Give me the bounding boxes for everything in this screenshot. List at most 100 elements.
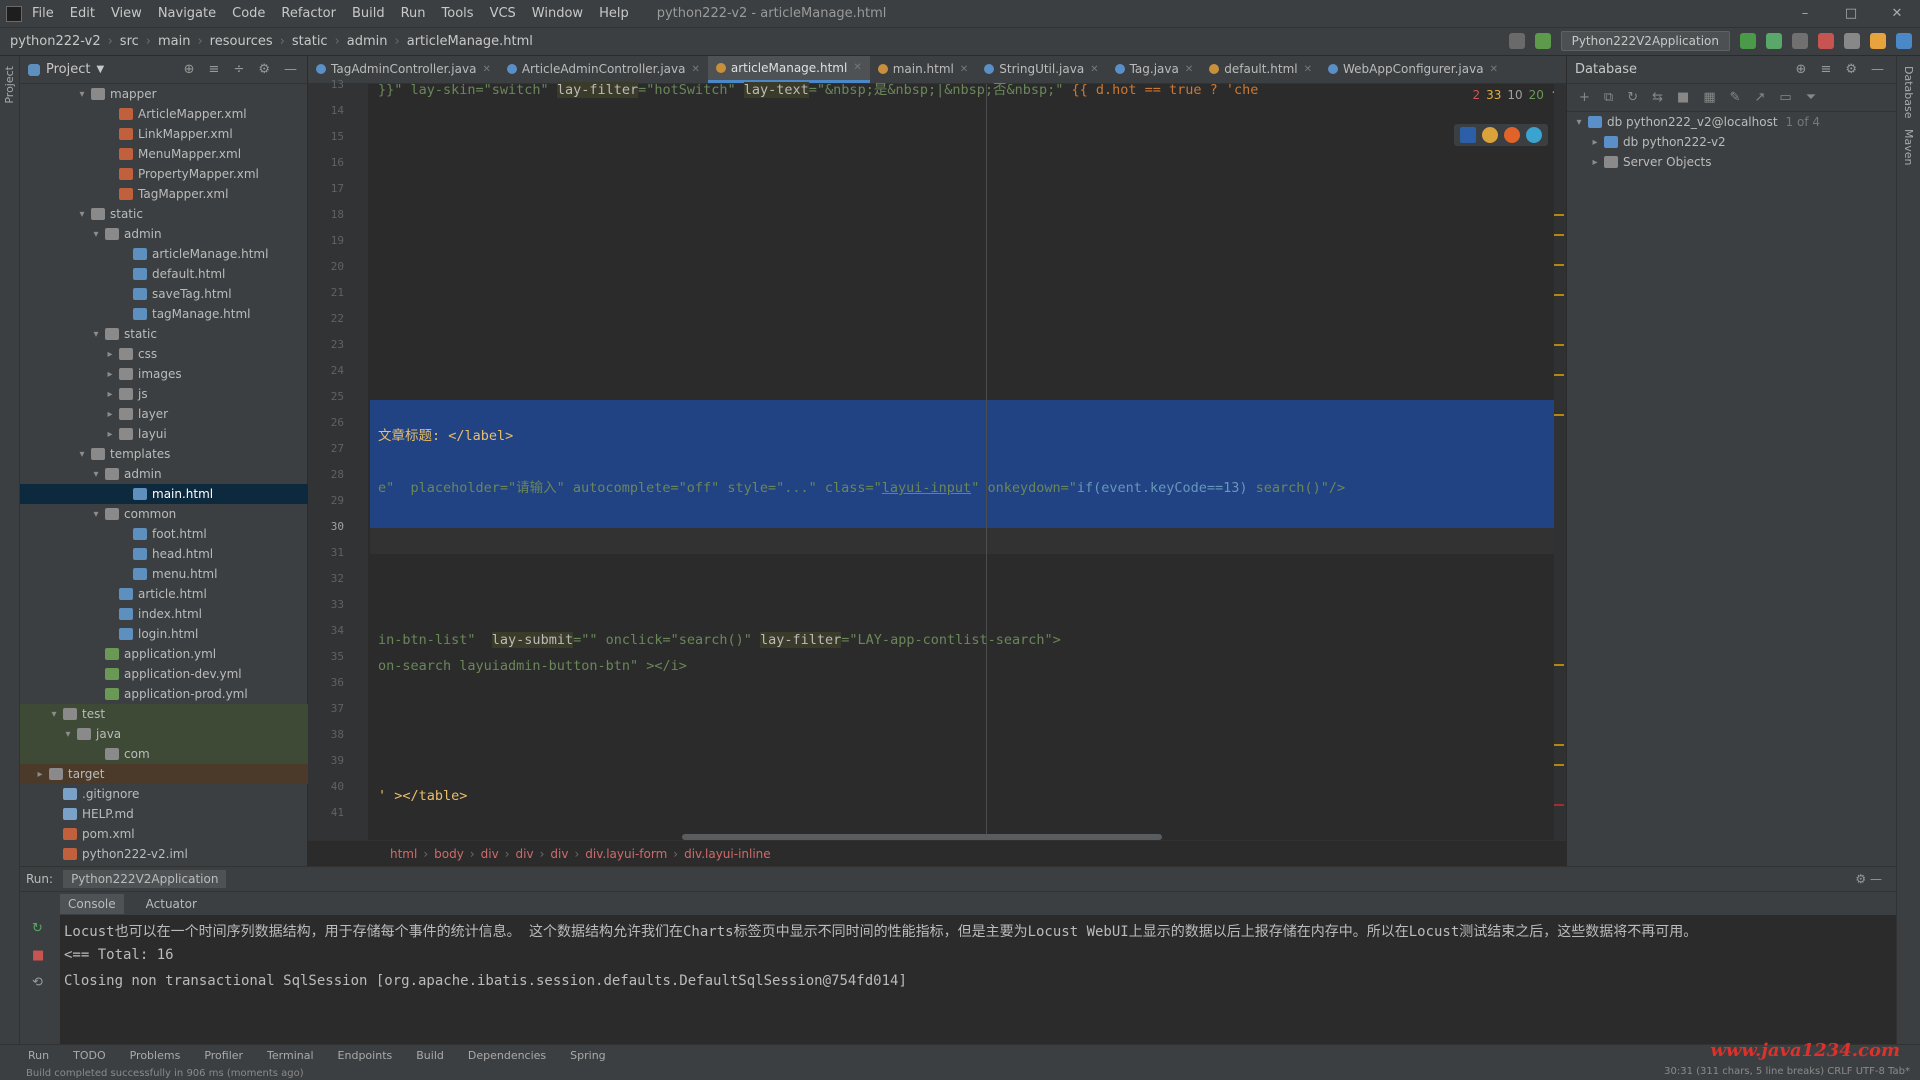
- maven-tool-button[interactable]: Maven: [1902, 129, 1915, 165]
- tree-item[interactable]: ▸ images: [20, 364, 308, 384]
- chevron-down-icon[interactable]: ▼: [96, 64, 104, 75]
- tree-item[interactable]: ▾ static: [20, 324, 308, 344]
- tree-item[interactable]: login.html: [20, 624, 308, 644]
- menu-item-code[interactable]: Code: [232, 6, 265, 21]
- tree-item[interactable]: python222-v2.iml: [20, 844, 308, 864]
- html-breadcrumb-item[interactable]: div.layui-inline: [684, 847, 771, 861]
- database-tool-button[interactable]: Database: [1902, 66, 1915, 119]
- edge-icon[interactable]: [1526, 127, 1542, 143]
- tree-item[interactable]: MenuMapper.xml: [20, 144, 308, 164]
- hide-icon[interactable]: —: [284, 62, 297, 77]
- tree-item[interactable]: application.yml: [20, 644, 308, 664]
- tree-item[interactable]: pom.xml: [20, 824, 308, 844]
- tree-item[interactable]: ▾ static: [20, 204, 308, 224]
- edit-icon[interactable]: ✎: [1730, 90, 1741, 105]
- tree-item[interactable]: ▸ target: [20, 764, 308, 784]
- console-icon[interactable]: ▭: [1779, 90, 1791, 105]
- chevron-down-icon[interactable]: ▾: [76, 89, 88, 100]
- refresh-icon[interactable]: ↻: [1627, 90, 1638, 105]
- gear-icon[interactable]: ⚙: [258, 62, 270, 77]
- inspection-widget[interactable]: 2 33 10 20 ⌃: [1472, 88, 1560, 102]
- schema-icon[interactable]: ⇆: [1652, 90, 1663, 105]
- menu-item-edit[interactable]: Edit: [70, 6, 95, 21]
- run-config-tab[interactable]: Python222V2Application: [63, 870, 227, 888]
- tab-console[interactable]: Console: [60, 893, 124, 914]
- tree-item[interactable]: ▾ java: [20, 724, 308, 744]
- breadcrumb-item[interactable]: articleManage.html: [407, 34, 533, 49]
- tree-item[interactable]: ArticleMapper.xml: [20, 104, 308, 124]
- close-icon[interactable]: ✕: [1490, 64, 1498, 75]
- console-output[interactable]: Locust也可以在一个时间序列数据结构，用于存储每个事件的统计信息。 这个数据…: [64, 921, 1890, 999]
- html-breadcrumb-item[interactable]: div.layui-form: [585, 847, 667, 861]
- menu-item-view[interactable]: View: [111, 6, 142, 21]
- chevron-down-icon[interactable]: ▾: [76, 449, 88, 460]
- tab-actuator[interactable]: Actuator: [146, 897, 197, 911]
- tool-window-problems[interactable]: Problems: [130, 1049, 181, 1062]
- add-icon[interactable]: +: [1579, 90, 1590, 105]
- stop-icon[interactable]: ■: [20, 942, 60, 969]
- rerun-icon[interactable]: ↻: [20, 915, 60, 942]
- tree-item[interactable]: ▸ layer: [20, 404, 308, 424]
- tree-item[interactable]: HELP.md: [20, 804, 308, 824]
- copy-icon[interactable]: ⧉: [1604, 90, 1613, 105]
- code-area[interactable]: }}" lay-skin="switch" lay-filter="hotSwi…: [370, 82, 1566, 840]
- breadcrumb-item[interactable]: python222-v2: [10, 34, 101, 49]
- tree-item[interactable]: default.html: [20, 264, 308, 284]
- close-icon[interactable]: ✕: [482, 64, 490, 75]
- tree-item[interactable]: main.html: [20, 484, 308, 504]
- close-icon[interactable]: ✕: [1185, 64, 1193, 75]
- menu-item-window[interactable]: Window: [532, 6, 583, 21]
- gear-icon[interactable]: ⚙: [1845, 62, 1857, 77]
- search-icon[interactable]: [1844, 33, 1860, 49]
- tree-item[interactable]: com: [20, 744, 308, 764]
- chevron-right-icon[interactable]: ▸: [104, 369, 116, 380]
- tree-item[interactable]: TagMapper.xml: [20, 184, 308, 204]
- tree-item[interactable]: ▾ admin: [20, 224, 308, 244]
- tool-window-todo[interactable]: TODO: [73, 1049, 106, 1062]
- update-icon[interactable]: [1870, 33, 1886, 49]
- tree-item[interactable]: ▾ templates: [20, 444, 308, 464]
- build-hammer-icon[interactable]: [1534, 33, 1551, 49]
- breadcrumb-item[interactable]: admin: [347, 34, 388, 49]
- chrome-icon[interactable]: [1482, 127, 1498, 143]
- tree-item[interactable]: application-prod.yml: [20, 684, 308, 704]
- close-icon[interactable]: ✕: [1874, 0, 1920, 28]
- tool-window-terminal[interactable]: Terminal: [267, 1049, 314, 1062]
- close-icon[interactable]: ✕: [853, 62, 861, 73]
- chevron-down-icon[interactable]: ▾: [62, 729, 74, 740]
- close-icon[interactable]: ✕: [1304, 64, 1312, 75]
- tree-item[interactable]: ▾ common: [20, 504, 308, 524]
- tree-item[interactable]: article.html: [20, 584, 308, 604]
- breadcrumb-item[interactable]: src: [120, 34, 139, 49]
- tree-item[interactable]: PropertyMapper.xml: [20, 164, 308, 184]
- filter-icon[interactable]: ⏷: [1806, 90, 1816, 105]
- ide-logo-icon[interactable]: [1896, 33, 1912, 49]
- tree-item[interactable]: ▾ mapper: [20, 84, 308, 104]
- error-stripe[interactable]: [1554, 84, 1566, 840]
- breadcrumb-item[interactable]: main: [158, 34, 190, 49]
- html-breadcrumb-item[interactable]: body: [434, 847, 464, 861]
- menu-item-build[interactable]: Build: [352, 6, 385, 21]
- chevron-down-icon[interactable]: ▾: [48, 709, 60, 720]
- cursor-position[interactable]: 30:31 (311 chars, 5 line breaks) CRLF UT…: [1664, 1066, 1910, 1077]
- tree-item[interactable]: saveTag.html: [20, 284, 308, 304]
- tree-item[interactable]: ▸ layui: [20, 424, 308, 444]
- html-breadcrumb-item[interactable]: div: [550, 847, 568, 861]
- menu-item-navigate[interactable]: Navigate: [158, 6, 216, 21]
- debug-icon[interactable]: [1766, 33, 1782, 49]
- chevron-down-icon[interactable]: ▾: [1573, 117, 1585, 128]
- tool-window-dependencies[interactable]: Dependencies: [468, 1049, 546, 1062]
- menu-item-refactor[interactable]: Refactor: [281, 6, 336, 21]
- tree-item[interactable]: articleManage.html: [20, 244, 308, 264]
- run-config-select[interactable]: Python222V2Application: [1560, 31, 1730, 51]
- tree-item[interactable]: ▸ css: [20, 344, 308, 364]
- chevron-right-icon[interactable]: ▸: [104, 429, 116, 440]
- tree-item[interactable]: head.html: [20, 544, 308, 564]
- chevron-down-icon[interactable]: ▾: [90, 509, 102, 520]
- tree-item[interactable]: .gitignore: [20, 784, 308, 804]
- firefox-icon[interactable]: [1504, 127, 1520, 143]
- globe-icon[interactable]: ⊕: [1796, 62, 1807, 77]
- gear-icon[interactable]: ⚙ —: [1855, 872, 1882, 886]
- coverage-icon[interactable]: [1792, 33, 1808, 49]
- chevron-down-icon[interactable]: ▾: [90, 329, 102, 340]
